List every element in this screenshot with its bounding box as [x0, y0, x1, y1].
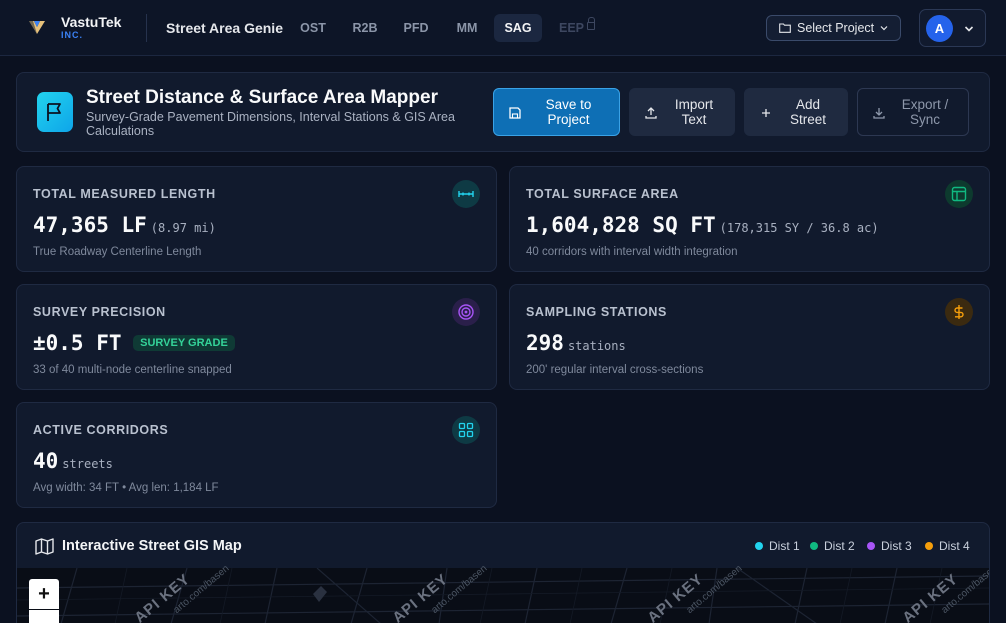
export-sync-button[interactable]: Export / Sync [857, 88, 969, 136]
stat-caption: 200' regular interval cross-sections [526, 364, 704, 376]
stat-secondary: (178,315 SY / 36.8 ac) [719, 221, 879, 235]
tab-r2b[interactable]: R2B [342, 14, 388, 42]
zoom-in-button[interactable]: + [29, 579, 59, 609]
stat-card-total-length: TOTAL MEASURED LENGTH 47,365 LF (8.97 mi)… [16, 166, 497, 272]
tab-sag[interactable]: SAG [494, 14, 542, 42]
tab-ost[interactable]: OST [290, 14, 336, 42]
top-nav: VastuTek INC. Street Area Genie OST R2B … [0, 0, 1006, 56]
stat-secondary: (8.97 mi) [150, 221, 216, 235]
stat-label: SAMPLING STATIONS [526, 305, 667, 319]
brand[interactable]: VastuTek INC. [61, 14, 121, 40]
stat-value: 298 [526, 331, 564, 355]
stat-card-surface-area: TOTAL SURFACE AREA 1,604,828 SQ FT (178,3… [509, 166, 990, 272]
stat-caption: True Roadway Centerline Length [33, 246, 202, 258]
legend-item-dist-4[interactable]: Dist 4 [925, 539, 970, 553]
download-icon [873, 108, 885, 119]
zoom-out-button[interactable] [29, 610, 59, 623]
legend-label: Dist 1 [769, 539, 800, 553]
nav-divider [146, 14, 147, 42]
mapper-header: Street Distance & Surface Area Mapper Su… [16, 72, 990, 152]
stat-label: TOTAL MEASURED LENGTH [33, 187, 216, 201]
survey-grade-badge: SURVEY GRADE [133, 335, 235, 351]
brand-name: VastuTek [61, 14, 122, 30]
stat-card-sampling-stations: SAMPLING STATIONS 298 stations 200' regul… [509, 284, 990, 390]
stat-value-row: 298 stations [526, 331, 626, 355]
lock-icon [587, 17, 595, 30]
stat-label: ACTIVE CORRIDORS [33, 423, 169, 437]
stat-card-survey-precision: SURVEY PRECISION ±0.5 FT SURVEY GRADE 33… [16, 284, 497, 390]
stat-value: 47,365 LF [33, 213, 147, 237]
tab-label: MM [456, 21, 478, 35]
tab-label: PFD [403, 21, 429, 35]
flag-badge [37, 92, 73, 132]
stat-value-row: 47,365 LF (8.97 mi) [33, 213, 216, 237]
plus-icon [762, 109, 770, 117]
stat-value: 1,604,828 SQ FT [526, 213, 716, 237]
stat-value-row: ±0.5 FT SURVEY GRADE [33, 331, 235, 355]
legend-label: Dist 2 [824, 539, 855, 553]
stat-card-active-corridors: ACTIVE CORRIDORS 40 streets Avg width: 34… [16, 402, 497, 508]
chevron-down-icon [964, 26, 974, 32]
dollar-icon [945, 298, 973, 326]
user-menu[interactable]: A [919, 9, 986, 47]
layout-icon [945, 180, 973, 208]
tab-label: EEP [558, 21, 584, 35]
stat-value: ±0.5 FT [33, 331, 122, 355]
button-label: Export / Sync [901, 97, 949, 127]
stat-label: SURVEY PRECISION [33, 305, 166, 319]
stat-value-row: 40 streets [33, 449, 113, 473]
flag-icon [47, 103, 61, 121]
legend-dot [925, 542, 933, 550]
upload-icon [645, 107, 657, 119]
page-subtitle: Survey-Grade Pavement Dimensions, Interv… [86, 110, 455, 138]
tab-label: R2B [352, 21, 378, 35]
import-text-button[interactable]: Import Text [629, 88, 735, 136]
folder-icon [779, 23, 791, 33]
stat-caption: 33 of 40 multi-node centerline snapped [33, 364, 232, 376]
tab-pfd[interactable]: PFD [393, 14, 439, 42]
gis-map-card: Interactive Street GIS Map Dist 1 Dist 2… [16, 522, 990, 623]
stat-caption: 40 corridors with interval width integra… [526, 246, 738, 258]
map-title: Interactive Street GIS Map [62, 538, 242, 554]
target-icon [452, 298, 480, 326]
stat-secondary: stations [567, 339, 626, 353]
button-label: Save to Project [545, 97, 592, 127]
legend-label: Dist 3 [881, 539, 912, 553]
grid-icon [452, 416, 480, 444]
stat-label: TOTAL SURFACE AREA [526, 187, 679, 201]
stat-secondary: streets [62, 457, 113, 471]
save-icon [509, 107, 521, 119]
tab-mm[interactable]: MM [444, 14, 490, 42]
chevron-down-icon [880, 26, 888, 31]
stat-caption: Avg width: 34 FT • Avg len: 1,184 LF [33, 482, 219, 494]
save-to-project-button[interactable]: Save to Project [493, 88, 620, 136]
legend-dot [755, 542, 763, 550]
measure-icon [452, 180, 480, 208]
app-title: Street Area Genie [166, 20, 283, 36]
legend-label: Dist 4 [939, 539, 970, 553]
add-street-button[interactable]: Add Street [744, 88, 848, 136]
tab-label: OST [300, 21, 326, 35]
page-title: Street Distance & Surface Area Mapper [86, 87, 438, 108]
brand-sub: INC. [61, 30, 83, 40]
select-project-label: Select Project [797, 21, 875, 35]
button-label: Import Text [674, 97, 714, 127]
button-label: Add Street [789, 97, 827, 127]
legend-item-dist-1[interactable]: Dist 1 [755, 539, 800, 553]
legend-dot [810, 542, 818, 550]
map-canvas[interactable]: API KEY arto.com/basen API KEY arto.com/… [17, 563, 989, 623]
legend-item-dist-2[interactable]: Dist 2 [810, 539, 855, 553]
legend-item-dist-3[interactable]: Dist 3 [867, 539, 912, 553]
tab-label: SAG [504, 21, 532, 35]
select-project-dropdown[interactable]: Select Project [766, 15, 901, 41]
legend-dot [867, 542, 875, 550]
tab-eep[interactable]: EEP [552, 14, 602, 42]
stat-value: 40 [33, 449, 59, 473]
map-icon [35, 538, 54, 555]
stat-value-row: 1,604,828 SQ FT (178,315 SY / 36.8 ac) [526, 213, 879, 237]
vastutek-logo-icon[interactable] [28, 18, 46, 36]
avatar: A [926, 15, 953, 42]
